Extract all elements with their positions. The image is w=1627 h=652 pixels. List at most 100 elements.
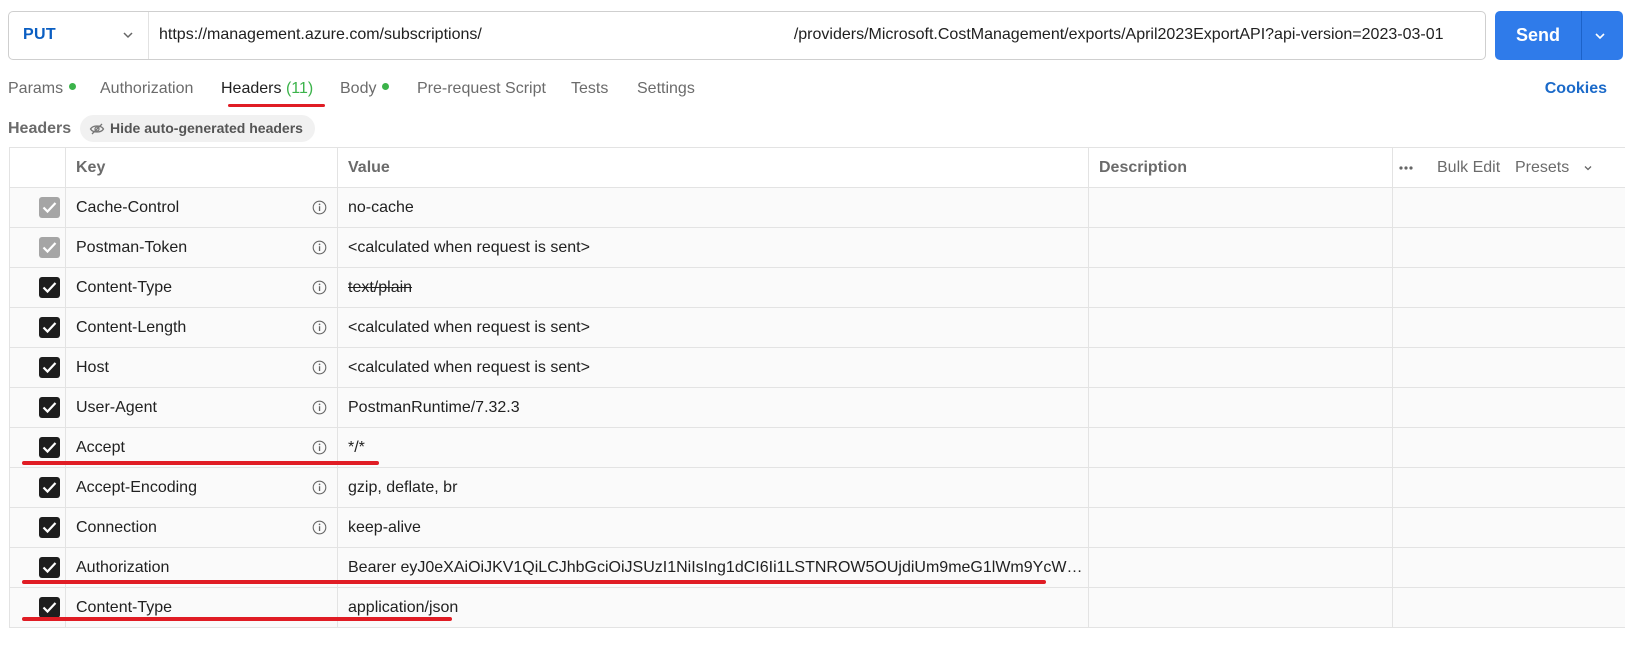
chevron-down-icon[interactable] [1593, 29, 1607, 43]
info-icon[interactable] [312, 200, 327, 215]
row-description[interactable] [1089, 508, 1393, 547]
chevron-down-icon [1584, 166, 1592, 171]
row-key[interactable]: Cache-Control [66, 188, 338, 227]
table-row: Content-Type text/plain [10, 268, 1625, 308]
row-checkbox[interactable] [39, 317, 60, 338]
info-icon[interactable] [312, 480, 327, 495]
tab-params-label: Params [8, 80, 64, 97]
url-input[interactable]: https://management.azure.com/subscriptio… [159, 26, 1479, 44]
row-key[interactable]: Content-Length [66, 308, 338, 347]
table-row: Content-Type application/json [10, 588, 1625, 628]
row-description[interactable] [1089, 348, 1393, 387]
row-checkbox[interactable] [39, 477, 60, 498]
annotation-underline-content-type [22, 617, 452, 621]
row-key[interactable]: Connection [66, 508, 338, 547]
presets-dropdown[interactable]: Presets [1515, 148, 1569, 187]
info-icon[interactable] [312, 280, 327, 295]
row-checkbox[interactable] [39, 517, 60, 538]
more-icon[interactable] [1393, 148, 1421, 187]
row-description[interactable] [1089, 188, 1393, 227]
row-key-text: Postman-Token [76, 239, 188, 256]
row-actions [1393, 428, 1625, 467]
row-description[interactable] [1089, 388, 1393, 427]
row-key-text: Content-Length [76, 319, 187, 336]
url-bar: PUT https://management.azure.com/subscri… [8, 11, 1486, 60]
row-checkbox[interactable] [39, 437, 60, 458]
hide-auto-headers-button[interactable]: Hide auto-generated headers [80, 115, 315, 142]
row-description[interactable] [1089, 228, 1393, 267]
headers-section-label: Headers [8, 120, 72, 137]
info-icon[interactable] [312, 320, 327, 335]
tab-headers-label: Headers [221, 80, 282, 97]
table-row: Cache-Control no-cache [10, 188, 1625, 228]
info-icon[interactable] [312, 360, 327, 375]
row-key-text: Accept-Encoding [76, 479, 197, 496]
row-key[interactable]: Postman-Token [66, 228, 338, 267]
tab-headers[interactable]: Headers (11) [221, 80, 313, 98]
row-value[interactable]: <calculated when request is sent> [338, 308, 1089, 347]
bulk-edit-button[interactable]: Bulk Edit [1437, 148, 1500, 187]
row-value[interactable]: gzip, deflate, br [338, 468, 1089, 507]
annotation-underline-accept [22, 461, 379, 465]
row-description[interactable] [1089, 588, 1393, 627]
row-key[interactable]: User-Agent [66, 388, 338, 427]
info-icon[interactable] [312, 400, 327, 415]
table-row: Accept-Encoding gzip, deflate, br [10, 468, 1625, 508]
row-key[interactable]: Content-Type [66, 268, 338, 307]
row-key-text: Cache-Control [76, 199, 180, 216]
row-value[interactable]: */* [338, 428, 1089, 467]
tab-body[interactable]: Body [340, 80, 390, 98]
row-checkbox[interactable] [39, 397, 60, 418]
table-row: Postman-Token <calculated when request is… [10, 228, 1625, 268]
row-key[interactable]: Accept-Encoding [66, 468, 338, 507]
send-button[interactable]: Send [1495, 11, 1623, 60]
row-checkbox[interactable] [39, 557, 60, 578]
eye-off-icon [89, 123, 105, 135]
tab-settings[interactable]: Settings [637, 80, 695, 98]
row-value[interactable]: keep-alive [338, 508, 1089, 547]
row-checkbox-cell [10, 228, 66, 267]
info-icon[interactable] [312, 520, 327, 535]
row-checkbox[interactable] [39, 237, 60, 258]
row-description[interactable] [1089, 428, 1393, 467]
tab-authorization[interactable]: Authorization [100, 80, 193, 98]
row-value[interactable]: no-cache [338, 188, 1089, 227]
params-dot [69, 83, 77, 91]
table-row: Host <calculated when request is sent> [10, 348, 1625, 388]
row-key[interactable]: Content-Type [66, 588, 338, 627]
row-value[interactable]: application/json [338, 588, 1089, 627]
row-value[interactable]: <calculated when request is sent> [338, 228, 1089, 267]
tab-params[interactable]: Params [8, 80, 77, 98]
tab-prerequest[interactable]: Pre-request Script [417, 80, 546, 98]
method-select[interactable]: PUT [9, 12, 149, 59]
check-icon [42, 282, 57, 294]
row-description[interactable] [1089, 468, 1393, 507]
row-checkbox[interactable] [39, 597, 60, 618]
row-description[interactable] [1089, 308, 1393, 347]
row-actions [1393, 308, 1625, 347]
row-checkbox-cell [10, 268, 66, 307]
send-divider [1581, 11, 1582, 60]
row-value[interactable]: text/plain [338, 268, 1089, 307]
row-checkbox-cell [10, 188, 66, 227]
row-checkbox[interactable] [39, 277, 60, 298]
check-icon [42, 522, 57, 534]
row-key-text: Content-Type [76, 279, 173, 296]
info-icon[interactable] [312, 240, 327, 255]
row-value[interactable]: PostmanRuntime/7.32.3 [338, 388, 1089, 427]
check-icon [42, 442, 57, 454]
row-actions [1393, 548, 1625, 587]
header-value: Value [338, 148, 1089, 187]
row-checkbox[interactable] [39, 197, 60, 218]
table-body: Cache-Control no-cache Postman-Token <calcu… [10, 188, 1625, 628]
cookies-link[interactable]: Cookies [1545, 80, 1607, 98]
tab-tests[interactable]: Tests [571, 80, 608, 98]
row-checkbox[interactable] [39, 357, 60, 378]
row-key[interactable]: Host [66, 348, 338, 387]
row-value[interactable]: <calculated when request is sent> [338, 348, 1089, 387]
info-icon[interactable] [312, 440, 327, 455]
table-row: Content-Length <calculated when request i… [10, 308, 1625, 348]
active-tab-underline [228, 104, 325, 107]
row-description[interactable] [1089, 548, 1393, 587]
row-description[interactable] [1089, 268, 1393, 307]
